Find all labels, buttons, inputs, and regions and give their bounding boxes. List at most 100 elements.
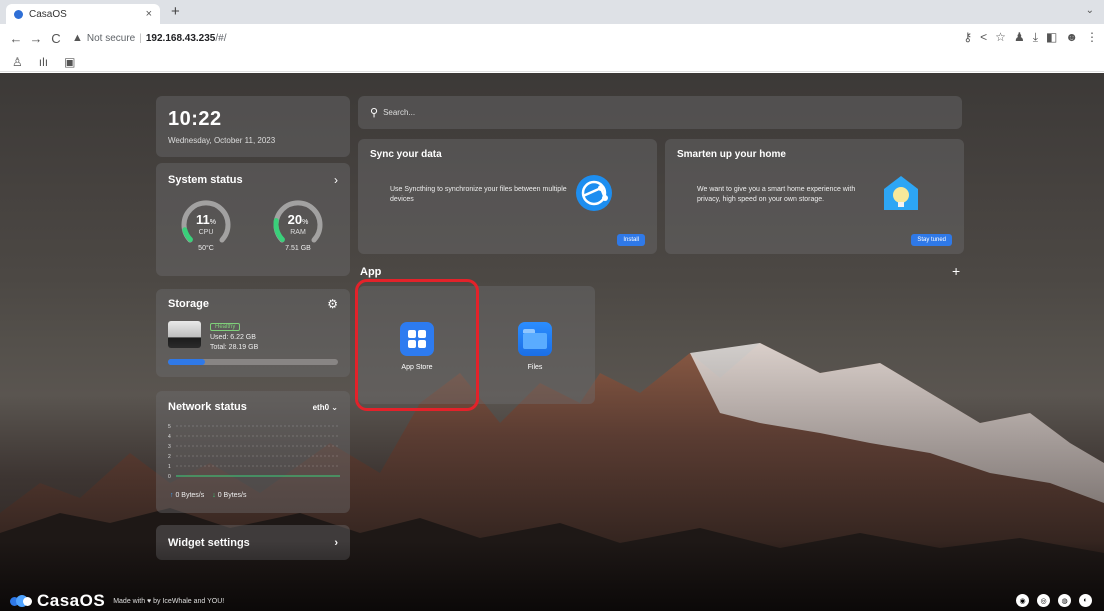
disk-icon: [168, 321, 201, 348]
gear-icon[interactable]: ⚙: [327, 297, 338, 311]
files-label: Files: [527, 364, 543, 371]
stay-tuned-button[interactable]: Stay tuned: [911, 234, 952, 246]
folder-icon: [518, 322, 552, 356]
system-status-widget: System status › 11% CPU 50°C 20% RAM 7.5…: [156, 163, 350, 276]
address-bar[interactable]: ▲ Not secure | 192.168.43.235 /#/: [72, 28, 227, 48]
home-promo-description: We want to give you a smart home experie…: [697, 186, 856, 203]
sidepanel-icon[interactable]: ◧: [1046, 30, 1057, 45]
url-host: 192.168.43.235: [145, 32, 216, 44]
close-tab-icon[interactable]: ×: [146, 8, 152, 20]
cpu-gauge: 11% CPU 50°C: [178, 196, 234, 252]
ram-gauge: 20% RAM 7.51 GB: [270, 196, 326, 252]
syncthing-icon: [576, 175, 612, 211]
download-rate: 0 Bytes/s: [217, 492, 247, 499]
social-links: ◉ ◎ ◍ ◐: [1016, 594, 1092, 607]
network-status-title: Network status: [168, 401, 247, 413]
browser-tabstrip: CasaOS × + ⌄: [0, 0, 1104, 24]
url-separator: |: [139, 32, 142, 44]
casaos-desktop: 10:22 Wednesday, October 11, 2023 System…: [0, 73, 1104, 611]
storage-title: Storage: [168, 298, 209, 310]
storage-usage-bar: [168, 359, 338, 365]
home-promo-card: Smarten up your home We want to give you…: [665, 139, 964, 254]
network-y-tick: 3: [168, 444, 171, 450]
search-input[interactable]: Search...: [383, 108, 415, 117]
app-section-title: App: [360, 266, 382, 278]
tab-search-button[interactable]: ⌄: [1086, 5, 1094, 16]
storage-widget: Storage ⚙ Healthy Used: 6.22 GB Total: 2…: [156, 289, 350, 377]
interface-select[interactable]: eth0 ⌄: [313, 403, 338, 412]
cpu-unit: %: [209, 219, 216, 226]
storage-total: Total: 28.19 GB: [210, 344, 259, 351]
chevron-down-icon: ⌄: [331, 402, 338, 412]
back-button[interactable]: ←: [6, 31, 26, 46]
health-badge: Healthy: [210, 323, 241, 331]
network-status-widget: Network status eth0 ⌄ 5 4 3 2 1 0 ↑ 0 Bytes/s…: [156, 391, 350, 513]
widget-settings-button[interactable]: Widget settings ›: [156, 525, 350, 560]
upload-rate: 0 Bytes/s: [175, 492, 205, 499]
share-icon[interactable]: <: [980, 30, 987, 45]
update-icon[interactable]: ◐: [1079, 594, 1092, 607]
warning-triangle-icon[interactable]: ▲: [72, 32, 83, 44]
widget-settings-label: Widget settings: [168, 536, 250, 549]
network-chart: 5 4 3 2 1 0: [168, 424, 340, 479]
extension-icon[interactable]: ♟: [1014, 30, 1025, 45]
cpu-label: CPU: [198, 229, 214, 236]
bookmarks-bar: ♙ ılı ▣: [0, 52, 1104, 72]
add-app-button[interactable]: +: [952, 263, 960, 279]
toolbar-actions: ⚷ < ☆ ♟ ⤓ ◧ ☻ ⋮: [963, 30, 1098, 45]
network-y-tick: 5: [168, 424, 171, 430]
home-promo-title: Smarten up your home: [677, 149, 786, 160]
interface-name: eth0: [312, 402, 330, 412]
key-icon[interactable]: ⚷: [963, 30, 972, 45]
reload-button[interactable]: C: [46, 31, 66, 46]
github-icon[interactable]: ◍: [1058, 594, 1071, 607]
ram-label: RAM: [290, 229, 306, 236]
storage-used: Used: 6.22 GB: [210, 334, 256, 341]
image-icon[interactable]: ▣: [64, 55, 75, 69]
casaos-favicon-icon: [14, 9, 23, 19]
casaos-logo-icon: [10, 594, 34, 608]
chevron-right-icon: ›: [334, 536, 338, 549]
network-y-tick: 1: [168, 464, 171, 470]
network-y-tick: 4: [168, 434, 171, 440]
smart-home-icon: [884, 176, 918, 210]
network-y-tick: 2: [168, 454, 171, 460]
highlight-ring: [355, 279, 479, 411]
footer-branding: CasaOS Made with ♥ by IceWhale and YOU!: [10, 591, 224, 611]
clock-date: Wednesday, October 11, 2023: [168, 136, 276, 145]
download-icon[interactable]: ⤓: [1033, 30, 1038, 45]
cpu-value: 11: [196, 212, 210, 227]
network-y-tick: 0: [168, 474, 171, 479]
menu-icon[interactable]: ⋮: [1086, 30, 1098, 45]
forward-button[interactable]: →: [26, 31, 46, 46]
search-icon: ⚲: [370, 107, 379, 119]
sync-promo-title: Sync your data: [370, 149, 442, 160]
search-bar[interactable]: ⚲ Search...: [358, 96, 962, 129]
analytics-icon[interactable]: ılı: [39, 55, 48, 69]
made-with-text: Made with ♥ by IceWhale and YOU!: [113, 597, 225, 605]
ram-value: 20: [287, 212, 303, 227]
chevron-right-icon[interactable]: ›: [334, 173, 338, 187]
system-status-title: System status: [168, 174, 243, 186]
sync-promo-card: Sync your data Use Syncthing to synchron…: [358, 139, 657, 254]
install-button[interactable]: Install: [617, 234, 645, 246]
browser-tab[interactable]: CasaOS ×: [6, 4, 160, 24]
cpu-temperature: 50°C: [198, 245, 214, 252]
bookmark-star-icon[interactable]: ☆: [995, 30, 1006, 45]
clock-time: 10:22: [168, 108, 222, 130]
upload-arrow-icon: ↑: [170, 492, 174, 499]
new-tab-button[interactable]: +: [171, 3, 180, 20]
community-icon[interactable]: ◎: [1037, 594, 1050, 607]
url-path: /#/: [215, 32, 227, 44]
ram-unit: %: [302, 219, 309, 226]
clock-widget: 10:22 Wednesday, October 11, 2023: [156, 96, 350, 157]
accessibility-icon[interactable]: ♙: [12, 55, 23, 69]
ram-total: 7.51 GB: [285, 245, 311, 252]
storage-usage-fill: [168, 359, 206, 365]
profile-icon[interactable]: ☻: [1065, 30, 1078, 45]
files-tile[interactable]: Files: [476, 286, 594, 404]
tab-title: CasaOS: [29, 8, 67, 20]
brand-name: CasaOS: [37, 591, 106, 610]
discord-icon[interactable]: ◉: [1016, 594, 1029, 607]
sync-promo-description: Use Syncthing to synchronize your files …: [390, 186, 567, 203]
